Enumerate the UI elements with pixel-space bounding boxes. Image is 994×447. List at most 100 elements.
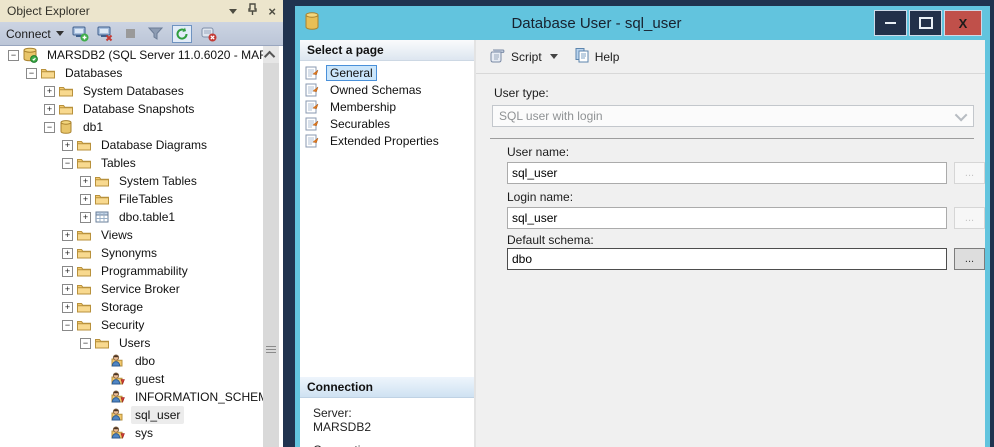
- expander-minus-icon[interactable]: −: [26, 68, 37, 79]
- table-icon: [94, 209, 110, 225]
- tree-item-security[interactable]: −Security: [0, 316, 263, 334]
- dialog-main: Script Help User: [476, 40, 985, 447]
- tree-item-sql-user[interactable]: sql_user: [0, 406, 263, 424]
- user-icon: [110, 353, 126, 369]
- disconnect-server-icon[interactable]: [97, 25, 114, 42]
- tree-item-label: Views: [97, 226, 137, 244]
- login-name-input: [507, 207, 947, 229]
- expander-plus-icon[interactable]: +: [62, 140, 73, 151]
- tree-item-tables[interactable]: −Tables: [0, 154, 263, 172]
- script-button[interactable]: Script: [489, 48, 558, 66]
- default-schema-browse-button[interactable]: ...: [954, 248, 985, 270]
- tree-item-label: MARSDB2 (SQL Server 11.0.6020 - MARSD: [43, 46, 263, 64]
- tree-item-sys[interactable]: sys: [0, 424, 263, 442]
- object-explorer-title: Object Explorer: [7, 4, 229, 18]
- pin-icon[interactable]: [247, 3, 258, 19]
- close-button[interactable]: X: [944, 10, 982, 36]
- folder-icon: [94, 173, 110, 189]
- expander-plus-icon[interactable]: +: [44, 86, 55, 97]
- expander-minus-icon[interactable]: −: [62, 158, 73, 169]
- page-item-label: Securables: [326, 116, 394, 132]
- tree-item-users[interactable]: −Users: [0, 334, 263, 352]
- tree-item-dbo[interactable]: dbo: [0, 352, 263, 370]
- help-button[interactable]: Help: [574, 47, 620, 66]
- tree-item-guest[interactable]: guest: [0, 370, 263, 388]
- dialog-title: Database User - sql_user: [319, 15, 874, 32]
- page-item-general[interactable]: General: [300, 64, 474, 81]
- tree-item-service-broker[interactable]: +Service Broker: [0, 280, 263, 298]
- tree-item-storage[interactable]: +Storage: [0, 298, 263, 316]
- user-name-label: User name:: [507, 145, 569, 159]
- tree-item-database-snapshots[interactable]: + Database Snapshots: [0, 100, 263, 118]
- expander-minus-icon[interactable]: −: [44, 122, 55, 133]
- connect-server-icon[interactable]: [72, 25, 89, 42]
- page-item-extended-properties[interactable]: Extended Properties: [300, 132, 474, 149]
- window-position-chevron-icon[interactable]: [229, 9, 237, 14]
- expander-spacer: [98, 375, 107, 384]
- expander-minus-icon[interactable]: −: [8, 50, 19, 61]
- expander-plus-icon[interactable]: +: [62, 248, 73, 259]
- page-icon: [304, 133, 321, 148]
- expander-plus-icon[interactable]: +: [62, 230, 73, 241]
- page-item-securables[interactable]: Securables: [300, 115, 474, 132]
- user-deny-icon: [110, 389, 126, 405]
- tree-item-system-databases[interactable]: +System Databases: [0, 82, 263, 100]
- expander-plus-icon[interactable]: +: [62, 266, 73, 277]
- tree-scrollbar[interactable]: [263, 46, 279, 447]
- expander-minus-icon[interactable]: −: [62, 320, 73, 331]
- tree-item-filetables[interactable]: + FileTables: [0, 190, 263, 208]
- default-schema-label: Default schema:: [507, 233, 594, 247]
- connect-button[interactable]: Connect: [6, 27, 64, 41]
- tree-item-views[interactable]: + Views: [0, 226, 263, 244]
- object-explorer-titlebar[interactable]: Object Explorer ×: [0, 0, 283, 22]
- folder-icon: [76, 227, 92, 243]
- expander-plus-icon[interactable]: +: [80, 212, 91, 223]
- expander-plus-icon[interactable]: +: [62, 302, 73, 313]
- tree-item-system-tables[interactable]: +System Tables: [0, 172, 263, 190]
- connection-header: Connection: [300, 377, 474, 398]
- page-item-owned-schemas[interactable]: Owned Schemas: [300, 81, 474, 98]
- tree-item-label: FileTables: [115, 190, 177, 208]
- folder-icon: [40, 65, 56, 81]
- tree-item-label: Database Snapshots: [79, 100, 198, 118]
- folder-icon: [76, 155, 92, 171]
- user-type-value: SQL user with login: [499, 109, 958, 123]
- object-explorer-tree: −MARSDB2 (SQL Server 11.0.6020 - MARSD−D…: [0, 46, 263, 447]
- tree-item-db1[interactable]: − db1: [0, 118, 263, 136]
- tree-item-marsdb2-sql-server-11-0-6020-marsd[interactable]: − MARSDB2 (SQL Server 11.0.6020 - MARSD: [0, 46, 263, 64]
- server-icon: [22, 47, 38, 63]
- filter-icon: [147, 25, 164, 42]
- page-icon: [304, 116, 321, 131]
- script-dropdown-chevron-icon[interactable]: [550, 54, 558, 59]
- tree-item-databases[interactable]: −Databases: [0, 64, 263, 82]
- expander-minus-icon[interactable]: −: [80, 338, 91, 349]
- folder-icon: [58, 101, 74, 117]
- maximize-button[interactable]: [909, 10, 942, 36]
- tree-item-synonyms[interactable]: + Synonyms: [0, 244, 263, 262]
- tree-item-label: db1: [79, 118, 107, 136]
- tree-item-information-schema[interactable]: INFORMATION_SCHEMA: [0, 388, 263, 406]
- close-icon[interactable]: ×: [268, 5, 276, 18]
- screenshot-root: Object Explorer × Connect: [0, 0, 994, 447]
- page-item-membership[interactable]: Membership: [300, 98, 474, 115]
- scrollbar-grip[interactable]: [266, 344, 276, 355]
- tree-item-programmability[interactable]: +Programmability: [0, 262, 263, 280]
- expander-spacer: [98, 429, 107, 438]
- expander-plus-icon[interactable]: +: [62, 284, 73, 295]
- minimize-button[interactable]: [874, 10, 907, 36]
- user-deny-icon: [110, 371, 126, 387]
- script-error-icon[interactable]: [200, 25, 217, 42]
- refresh-icon[interactable]: [172, 25, 192, 43]
- dialog-toolbar: Script Help: [476, 40, 985, 74]
- expander-plus-icon[interactable]: +: [80, 176, 91, 187]
- expander-plus-icon[interactable]: +: [44, 104, 55, 115]
- chevron-down-icon: [56, 31, 64, 36]
- dialog-titlebar[interactable]: Database User - sql_user X: [295, 6, 990, 40]
- tree-item-database-diagrams[interactable]: +Database Diagrams: [0, 136, 263, 154]
- tree-item-label: INFORMATION_SCHEMA: [131, 388, 263, 406]
- default-schema-input[interactable]: [507, 248, 947, 270]
- tree-item-dbo-table1[interactable]: +dbo.table1: [0, 208, 263, 226]
- scrollbar-up-arrow-icon[interactable]: [263, 46, 279, 63]
- tree-item-label: Synonyms: [97, 244, 161, 262]
- expander-plus-icon[interactable]: +: [80, 194, 91, 205]
